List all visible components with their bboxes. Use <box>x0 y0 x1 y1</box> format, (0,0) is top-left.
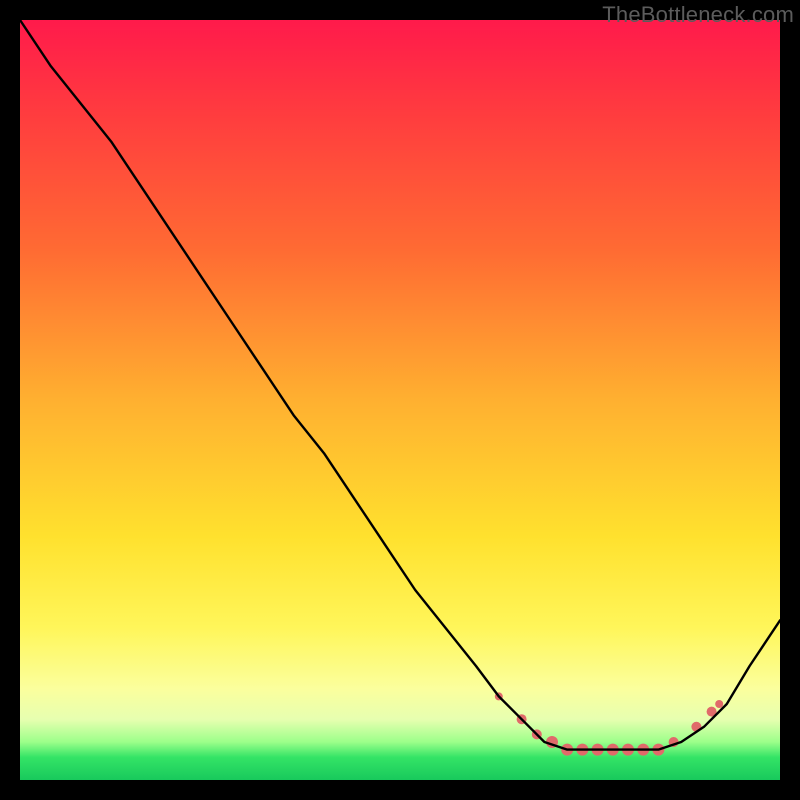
curve-layer <box>20 20 780 780</box>
bottleneck-curve <box>20 20 780 750</box>
valley-marker-group <box>495 692 723 755</box>
valley-marker <box>715 700 723 708</box>
chart-stage: TheBottleneck.com <box>0 0 800 800</box>
plot-area <box>20 20 780 780</box>
watermark-text: TheBottleneck.com <box>602 2 794 28</box>
